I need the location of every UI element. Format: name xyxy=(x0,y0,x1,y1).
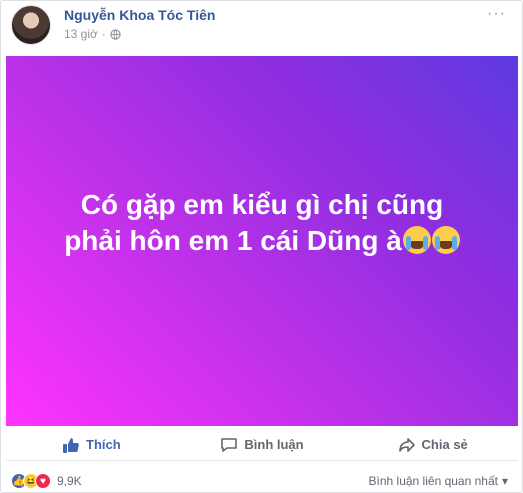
globe-icon[interactable] xyxy=(110,28,121,40)
share-icon xyxy=(398,437,415,452)
love-icon: ♥ xyxy=(35,473,51,489)
reaction-count[interactable]: 9,9K xyxy=(57,474,82,488)
avatar[interactable] xyxy=(11,5,51,45)
post-time[interactable]: 13 giờ xyxy=(64,27,98,41)
share-button[interactable]: Chia sẻ xyxy=(347,436,518,454)
like-button[interactable]: Thích xyxy=(6,436,177,454)
post-footer: 👍 😆 ♥ 9,9K Bình luận liên quan nhất ▾ xyxy=(11,471,514,491)
chevron-down-icon: ▾ xyxy=(501,474,508,488)
action-bar: Thích Bình luận Chia sẻ xyxy=(6,429,518,461)
dot-separator: · xyxy=(101,27,106,41)
more-options-icon[interactable]: ··· xyxy=(487,5,506,23)
crying-face-icon xyxy=(431,226,460,254)
post-header: Nguyễn Khoa Tóc Tiên 13 giờ · ··· xyxy=(11,1,514,57)
crying-face-icon xyxy=(402,226,431,254)
post-background: Có gặp em kiểu gì chị cũng phải hôn em 1… xyxy=(6,56,518,426)
comment-sort-dropdown[interactable]: Bình luận liên quan nhất ▾ xyxy=(369,474,508,488)
thumbs-up-icon xyxy=(63,437,79,453)
share-label: Chia sẻ xyxy=(421,437,468,452)
comment-label: Bình luận xyxy=(244,437,304,452)
comment-button[interactable]: Bình luận xyxy=(177,436,348,454)
reactions-summary[interactable]: 👍 😆 ♥ 9,9K xyxy=(11,473,82,489)
comment-icon xyxy=(221,437,238,452)
post-text: Có gặp em kiểu gì chị cũng phải hôn em 1… xyxy=(32,187,492,259)
like-label: Thích xyxy=(86,437,121,452)
author-name[interactable]: Nguyễn Khoa Tóc Tiên xyxy=(64,7,215,23)
post-card: Nguyễn Khoa Tóc Tiên 13 giờ · ··· Có gặp… xyxy=(0,0,523,493)
post-meta: 13 giờ · xyxy=(64,27,121,41)
post-text-line1: Có gặp em kiểu gì chị cũng xyxy=(80,189,444,220)
comment-sort-label: Bình luận liên quan nhất xyxy=(368,474,498,488)
post-text-line2: phải hôn em 1 cái Dũng à xyxy=(64,225,402,256)
